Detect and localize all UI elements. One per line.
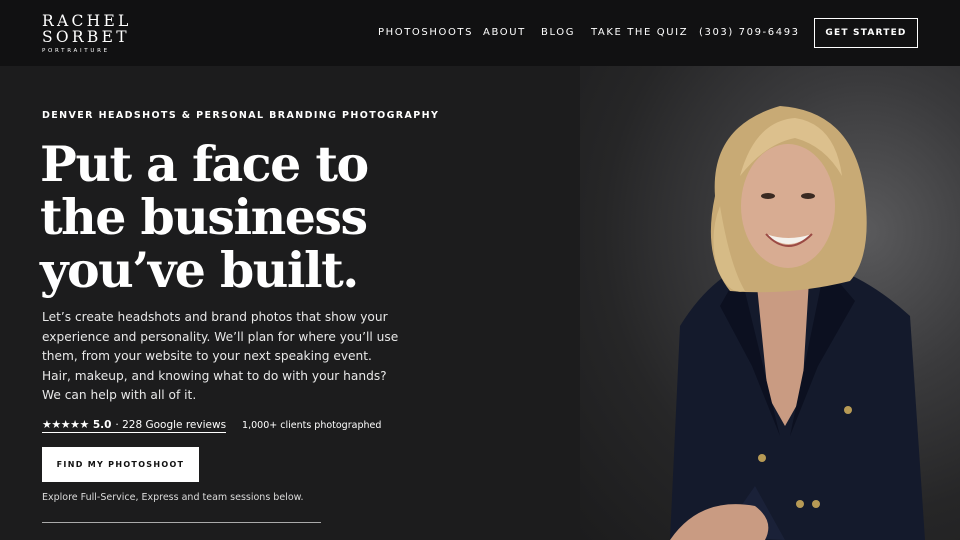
nav-link-quiz[interactable]: TAKE THE QUIZ bbox=[591, 27, 688, 38]
section-divider bbox=[42, 522, 321, 523]
star-rating-icon: ★★★★★ bbox=[42, 418, 89, 431]
find-my-photoshoot-button[interactable]: FIND MY PHOTOSHOOT bbox=[42, 447, 199, 482]
headline-line-1: Put a face to bbox=[40, 135, 369, 193]
clients-count: 1,000+ clients photographed bbox=[242, 420, 382, 431]
explore-sessions-text: Explore Full-Service, Express and team s… bbox=[42, 492, 304, 503]
nav-link-blog[interactable]: BLOG bbox=[541, 27, 575, 38]
top-navigation: RACHEL SORBET PORTRAITURE PHOTOSHOOTS AB… bbox=[0, 0, 960, 66]
nav-link-about[interactable]: ABOUT bbox=[483, 27, 526, 38]
hero-headline: Put a face to the business you’ve built. bbox=[40, 138, 460, 297]
brand-logo[interactable]: RACHEL SORBET PORTRAITURE bbox=[42, 13, 132, 54]
get-started-button[interactable]: GET STARTED bbox=[814, 18, 918, 48]
nav-link-photoshoots[interactable]: PHOTOSHOOTS bbox=[378, 27, 473, 38]
hero-eyebrow: DENVER HEADSHOTS & PERSONAL BRANDING PHO… bbox=[42, 110, 440, 121]
rating-value: 5.0 bbox=[92, 418, 112, 431]
logo-line-2: SORBET bbox=[42, 28, 130, 46]
logo-tagline: PORTRAITURE bbox=[42, 48, 110, 54]
hero-portrait-photo bbox=[580, 66, 960, 540]
reviews-count: · 228 Google reviews bbox=[115, 418, 227, 431]
reviews-row: ★★★★★ 5.0 · 228 Google reviews 1,000+ cl… bbox=[42, 418, 381, 433]
hero-description: Let’s create headshots and brand photos … bbox=[42, 310, 399, 402]
logo-line-1: RACHEL bbox=[42, 12, 132, 30]
nav-link-phone[interactable]: (303) 709-6493 bbox=[699, 27, 800, 38]
headline-line-2: the business bbox=[40, 188, 368, 246]
headline-line-3: you’ve built. bbox=[40, 241, 359, 299]
portrait-illustration bbox=[670, 106, 925, 540]
google-reviews-link[interactable]: ★★★★★ 5.0 · 228 Google reviews bbox=[42, 418, 227, 433]
